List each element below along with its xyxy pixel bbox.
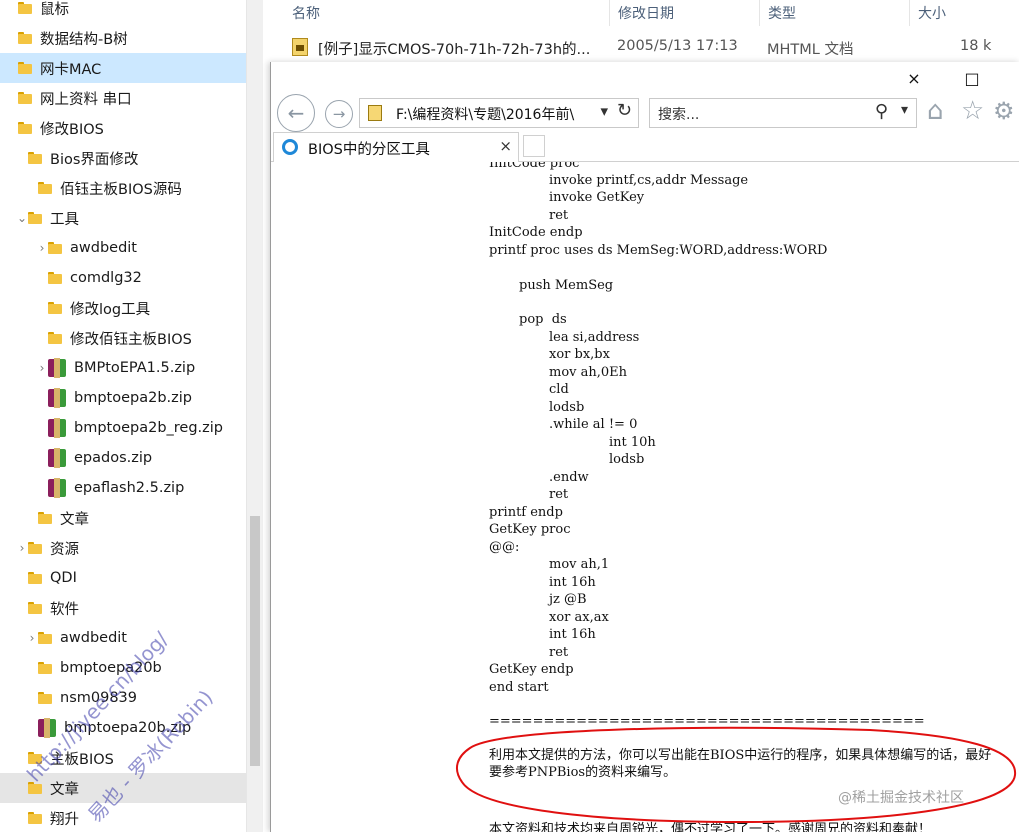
site-credit: @稀土掘金技术社区 [838, 790, 964, 806]
annotation-layer [455, 726, 1017, 824]
red-annotation-circle [455, 726, 1017, 824]
